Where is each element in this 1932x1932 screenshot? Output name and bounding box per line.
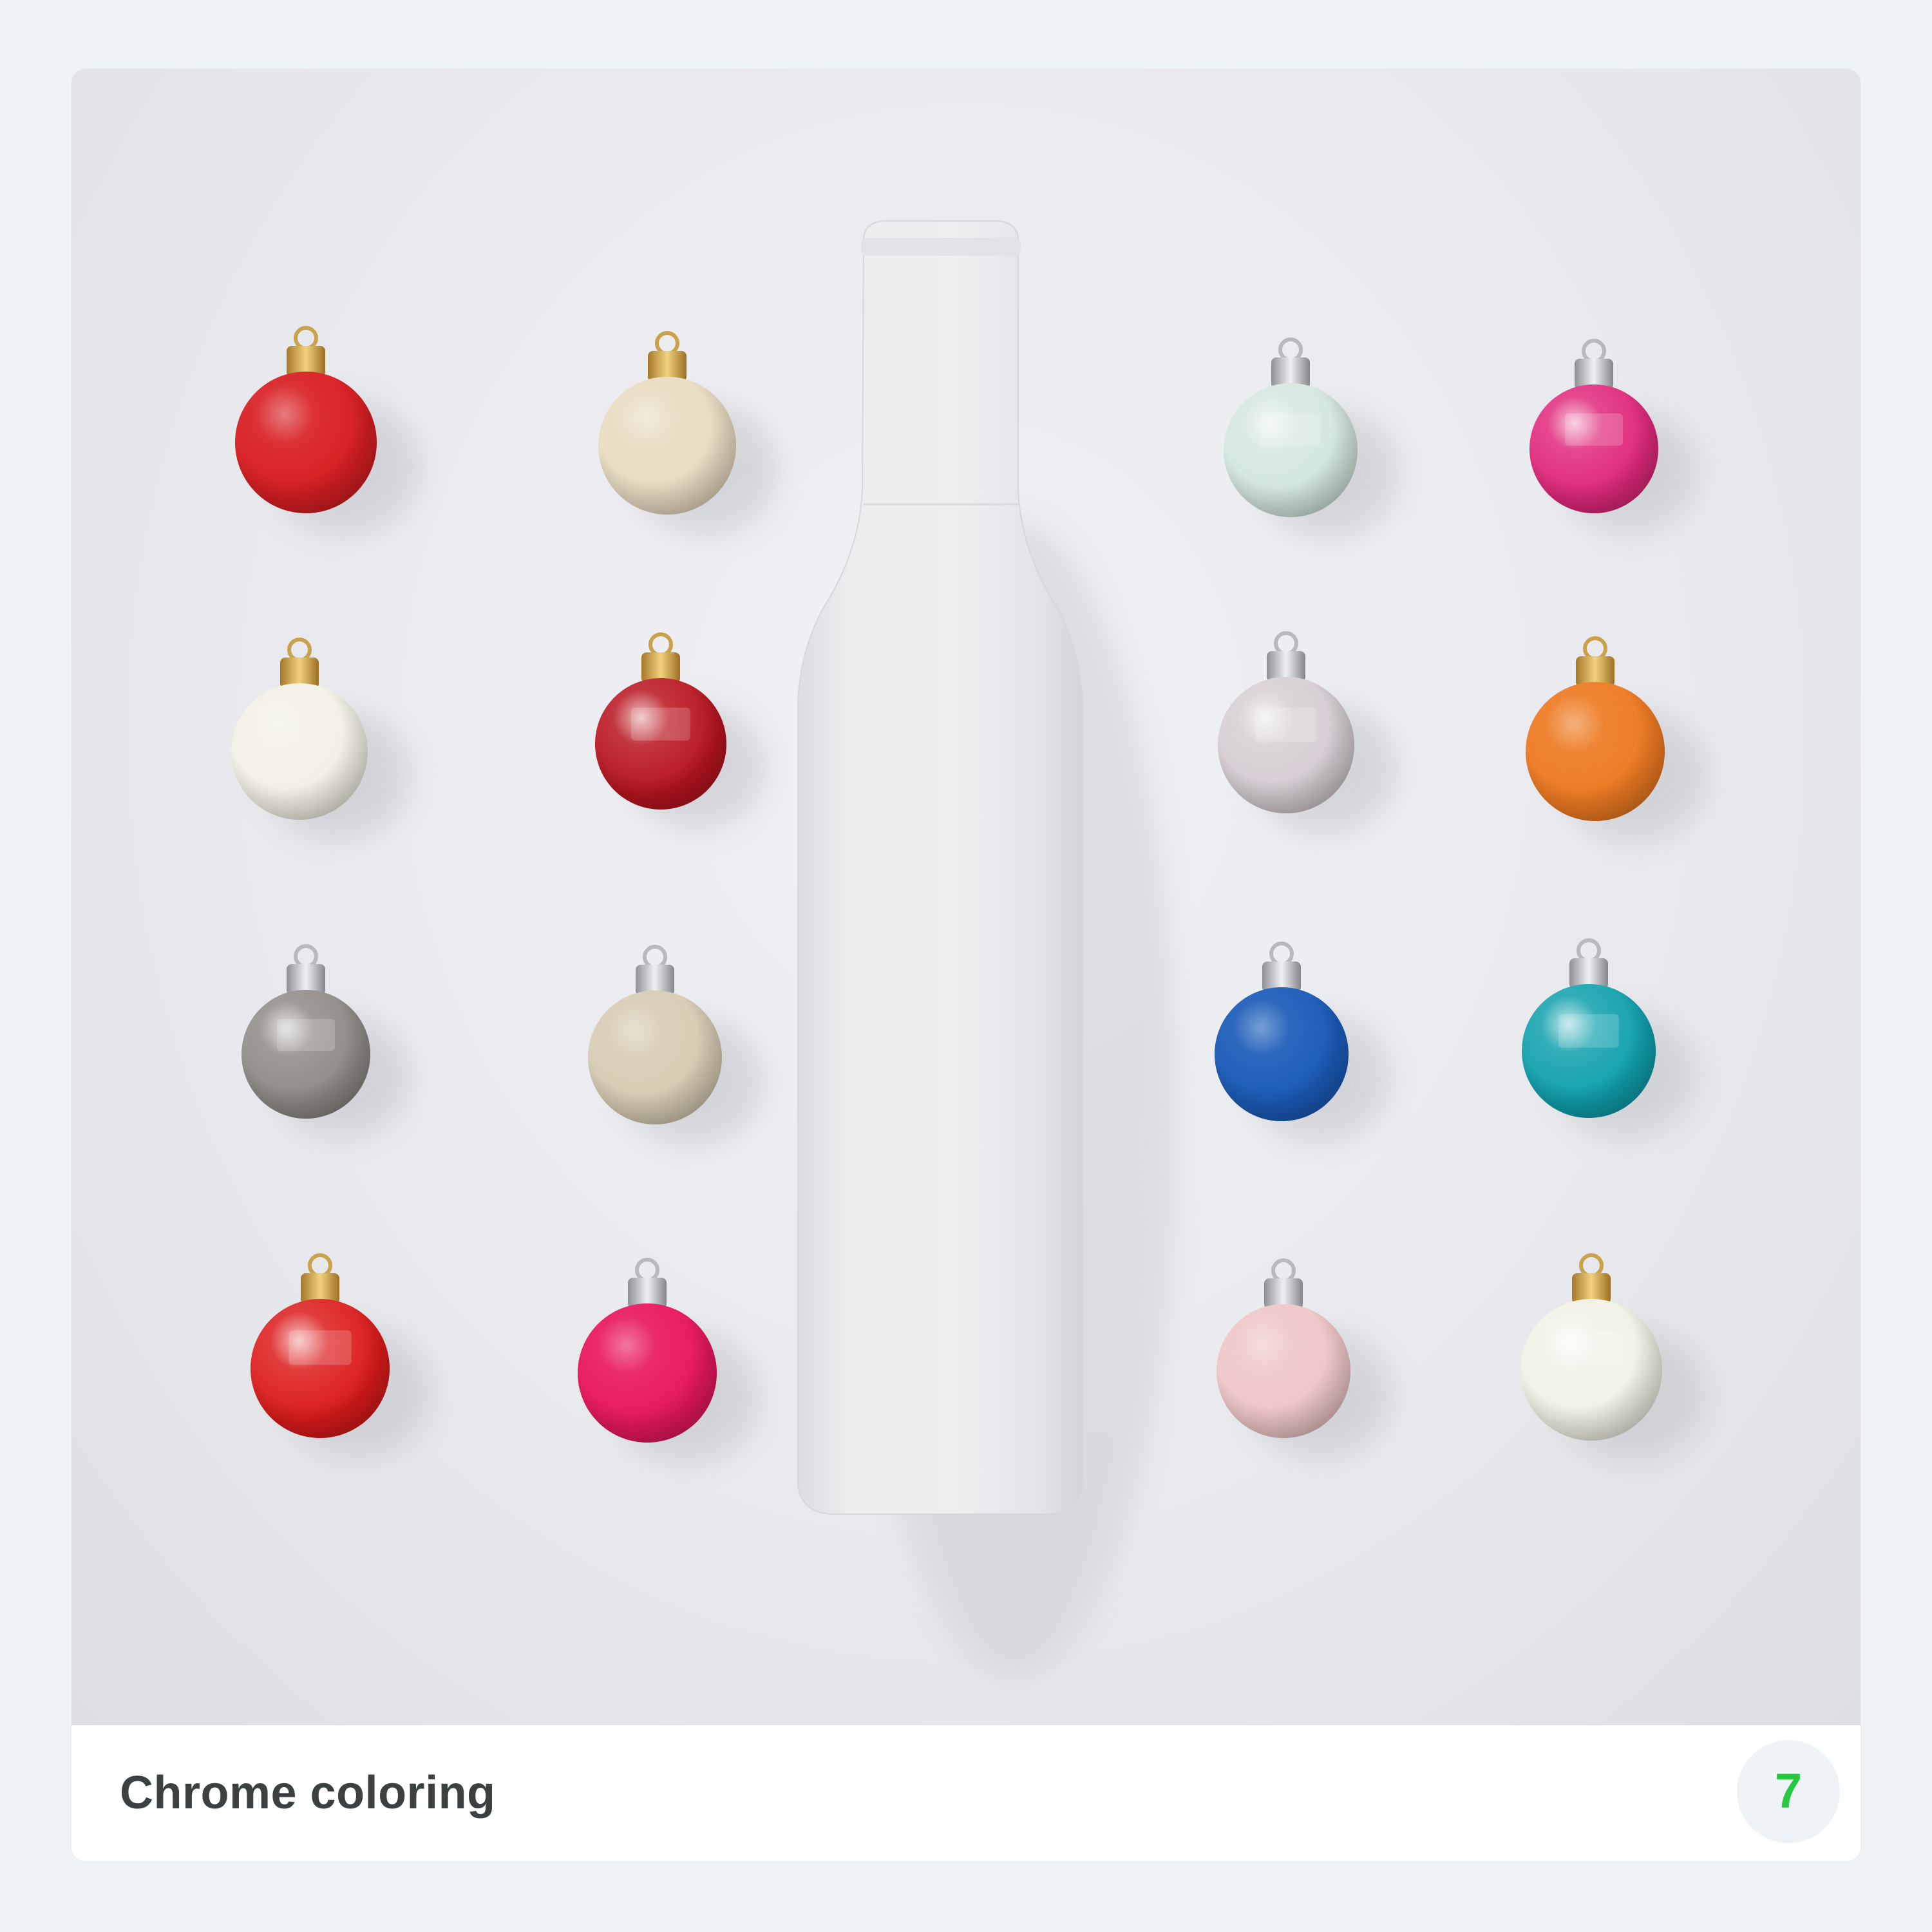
ornament-16 [1520, 1253, 1705, 1462]
ornament-15 [1217, 1258, 1391, 1459]
ornament-1 [235, 326, 419, 535]
ornament-10 [588, 945, 762, 1145]
ornament-3 [1224, 337, 1398, 538]
ornament-6 [595, 632, 766, 829]
ornament-14 [578, 1258, 759, 1464]
ornament-2 [598, 331, 778, 536]
ornament-13 [251, 1253, 431, 1459]
ornament-12 [1522, 938, 1696, 1139]
caption-title: Chrome coloring [120, 1767, 496, 1819]
ornament-7 [1218, 631, 1396, 834]
caption-bar: Chrome coloring 7 [71, 1725, 1861, 1861]
ornaments-bottle-photo [71, 69, 1861, 1725]
bottle-lip [861, 238, 1021, 256]
ornament-11 [1215, 942, 1389, 1142]
ornament-4 [1530, 339, 1697, 533]
photo-card[interactable]: Chrome coloring 7 [71, 69, 1861, 1861]
ornament-9 [242, 944, 409, 1138]
count-badge[interactable]: 7 [1737, 1740, 1840, 1843]
ornament-5 [231, 638, 409, 840]
ornament-8 [1526, 636, 1707, 842]
bottle [797, 220, 1083, 1515]
